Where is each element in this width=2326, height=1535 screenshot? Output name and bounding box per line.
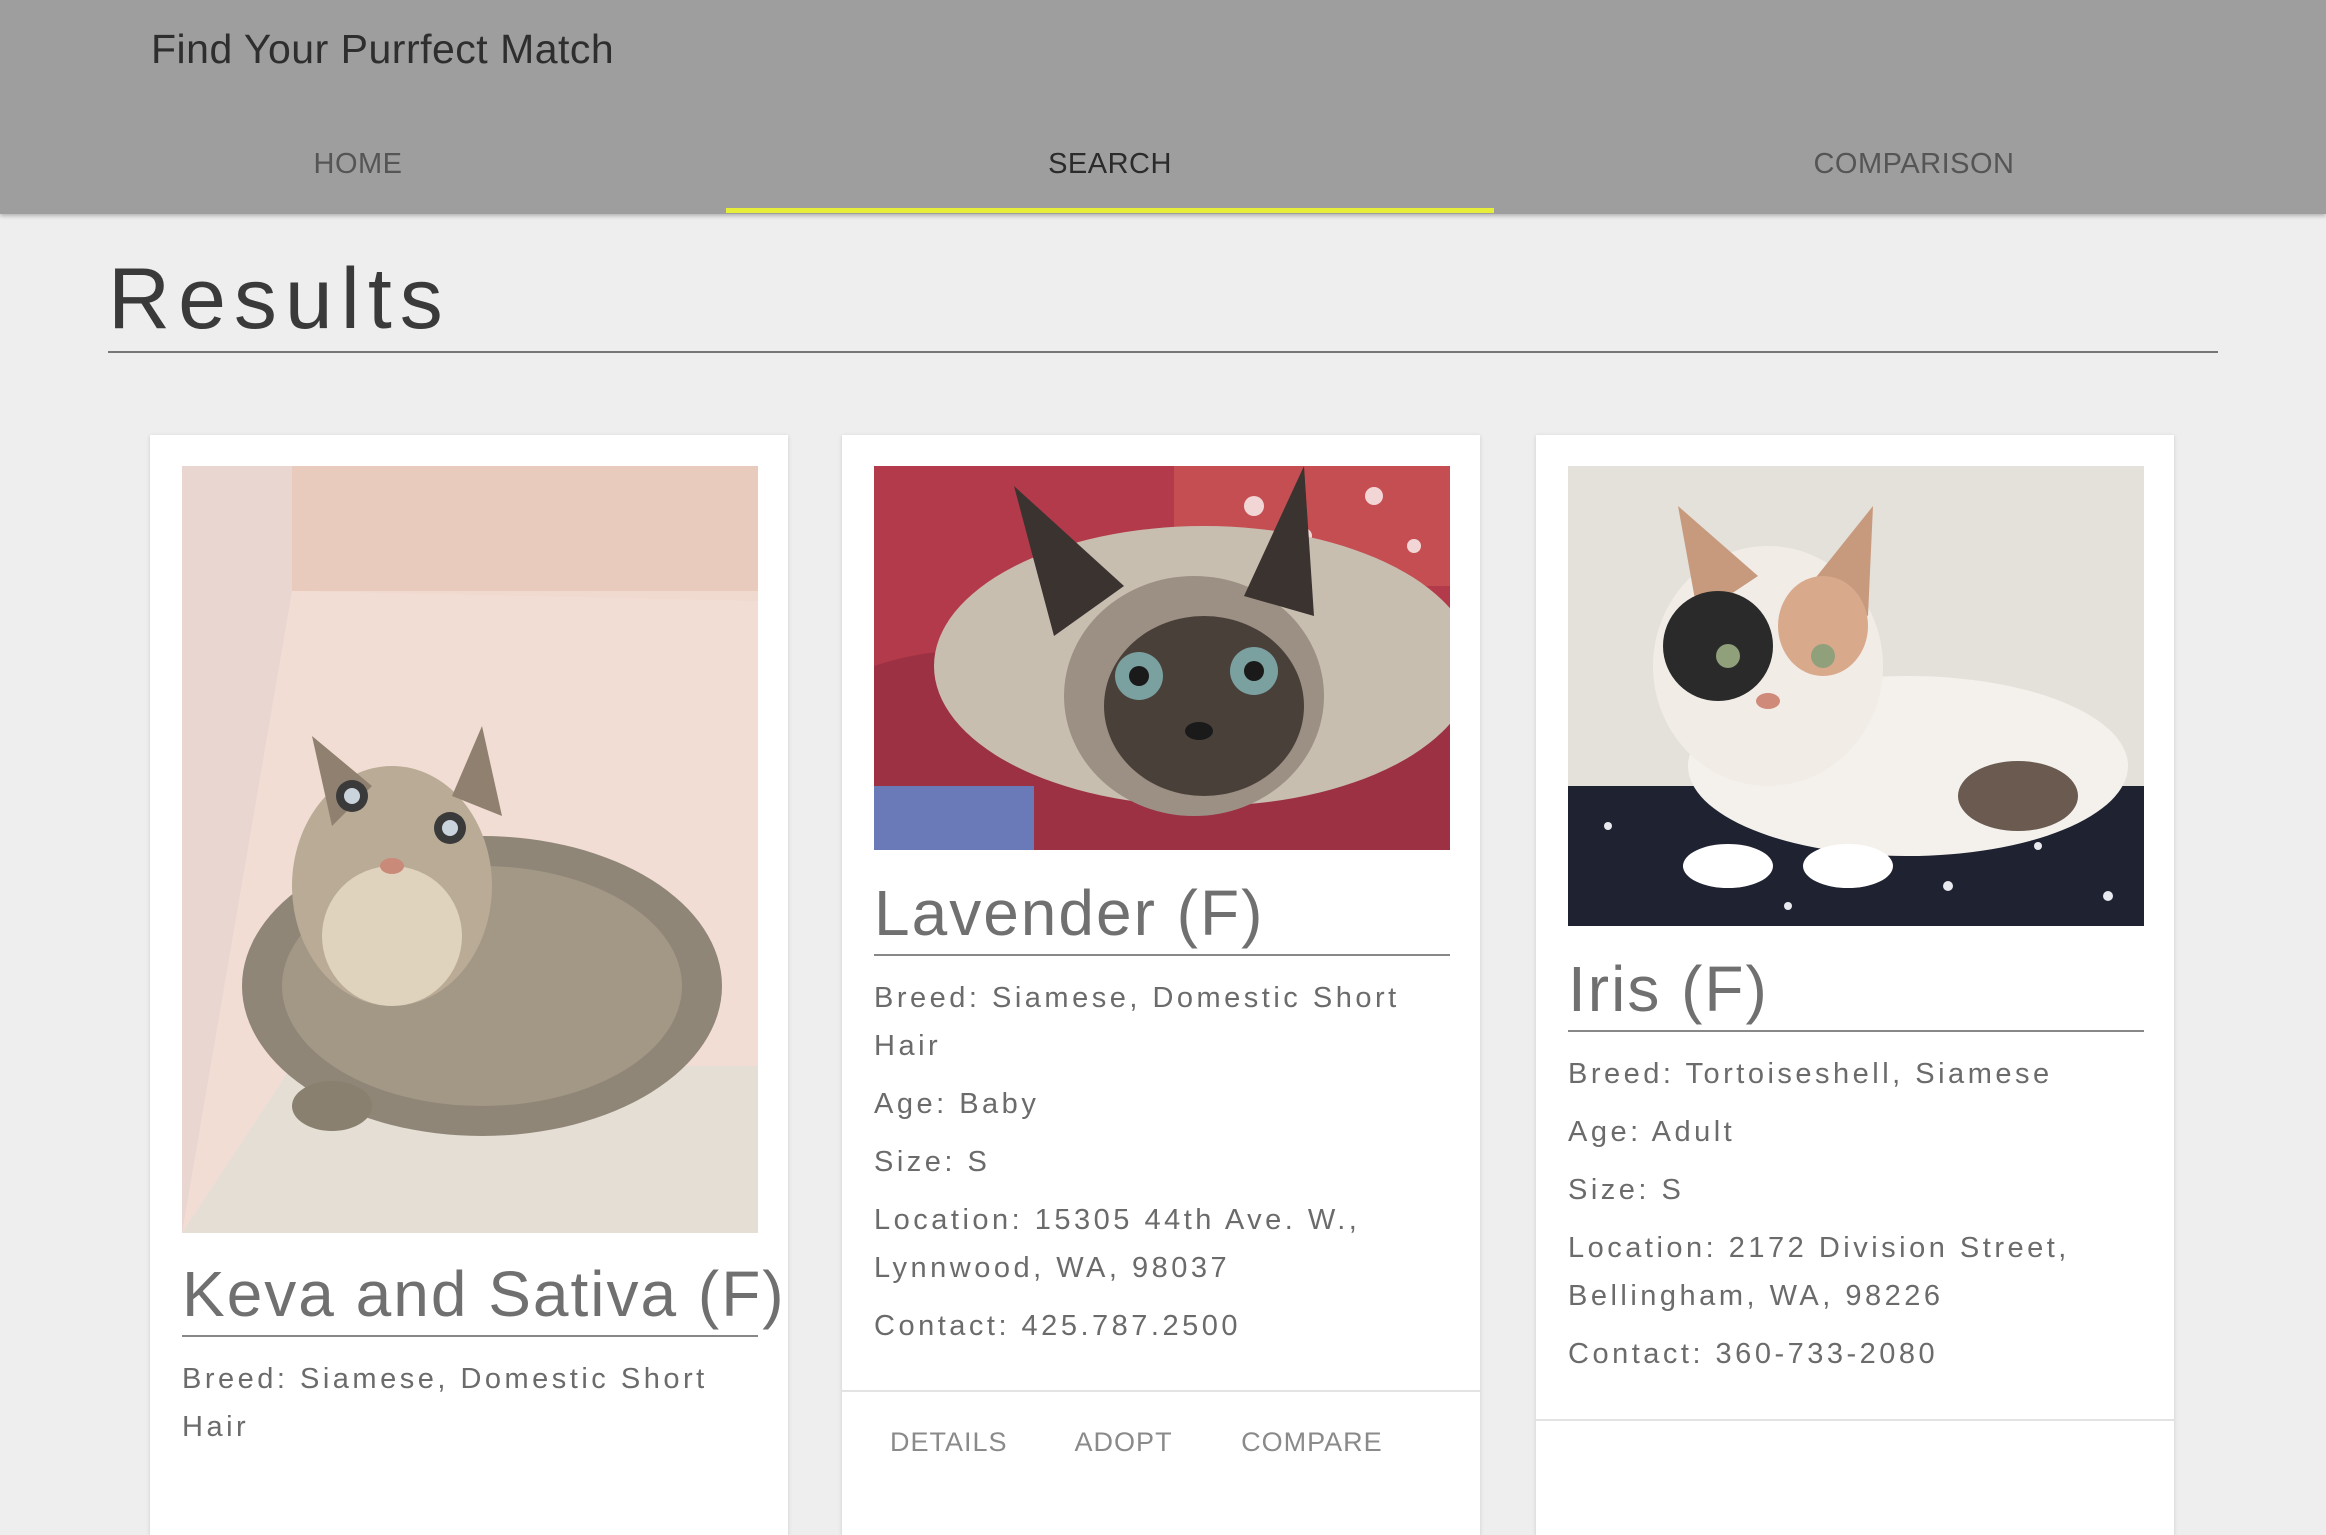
cat-size: Size: S [874,1146,991,1178]
results-heading: Results [108,251,451,347]
cat-contact: Contact: 360-733-2080 [1568,1338,1939,1370]
card-actions-divider [842,1390,1480,1392]
cat-info: Breed: Tortoiseshell, Siamese Age: Adult… [1568,1050,2128,1388]
cat-card: Lavender (F) Breed: Siamese, Domestic Sh… [842,435,1480,1535]
results-divider [108,351,2218,353]
cat-location: Location: 15305 44th Ave. W., Lynnwood, … [874,1204,1361,1284]
cat-breed: Breed: Siamese, Domestic Short Hair [874,982,1400,1062]
app-bar: Find Your Purrfect Match HOME SEARCH COM… [0,0,2326,214]
cat-size: Size: S [1568,1174,1685,1206]
tab-search[interactable]: SEARCH [726,120,1494,214]
cat-photo-image [874,466,1450,850]
cat-name[interactable]: Keva and Sativa (F) [182,1257,784,1337]
nav-tabs: HOME SEARCH COMPARISON [0,120,2326,214]
cat-location: Location: 2172 Division Street, Bellingh… [1568,1232,2070,1312]
tab-comparison[interactable]: COMPARISON [1494,120,2326,214]
details-button[interactable]: DETAILS [890,1427,1008,1457]
cat-photo[interactable] [1568,466,2144,926]
cat-card: Keva and Sativa (F) Breed: Siamese, Dome… [150,435,788,1535]
cat-name[interactable]: Lavender (F) [874,876,1450,956]
cat-info: Breed: Siamese, Domestic Short Hair [182,1355,742,1461]
cat-breed: Breed: Tortoiseshell, Siamese [1568,1058,2053,1090]
card-actions-divider [1536,1419,2174,1421]
app-title: Find Your Purrfect Match [151,26,615,72]
cat-card: Iris (F) Breed: Tortoiseshell, Siamese A… [1536,435,2174,1535]
adopt-button[interactable]: ADOPT [1075,1427,1173,1457]
tab-home[interactable]: HOME [0,120,716,214]
cat-age: Age: Baby [874,1088,1040,1120]
cat-info: Breed: Siamese, Domestic Short Hair Age:… [874,974,1434,1360]
cat-age: Age: Adult [1568,1116,1736,1148]
cat-photo[interactable] [182,466,758,1233]
cat-photo-image [1568,466,2144,926]
compare-button[interactable]: COMPARE [1241,1427,1383,1457]
cat-photo-image [182,466,758,1233]
cat-breed: Breed: Siamese, Domestic Short Hair [182,1363,708,1443]
cat-photo[interactable] [874,466,1450,850]
active-tab-indicator [726,208,1494,213]
cat-contact: Contact: 425.787.2500 [874,1310,1241,1342]
card-actions: DETAILS ADOPT COMPARE [890,1427,1443,1458]
cat-name[interactable]: Iris (F) [1568,952,2144,1032]
